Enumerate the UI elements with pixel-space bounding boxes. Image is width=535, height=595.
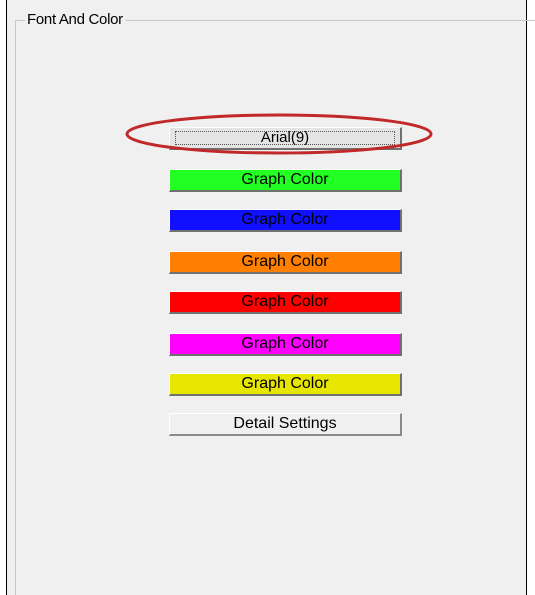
detail-settings-label: Detail Settings bbox=[233, 415, 337, 432]
graph-color-label: Graph Color bbox=[241, 375, 329, 392]
graph-color-button-5[interactable]: Graph Color bbox=[169, 333, 402, 356]
graph-color-label: Graph Color bbox=[241, 211, 329, 228]
graph-color-button-2[interactable]: Graph Color bbox=[169, 209, 402, 232]
font-select-button[interactable]: Arial(9) bbox=[169, 127, 402, 150]
graph-color-button-1[interactable]: Graph Color bbox=[169, 169, 402, 192]
settings-panel: Font And Color Arial(9) Graph Color Grap… bbox=[6, 0, 535, 595]
graph-color-label: Graph Color bbox=[241, 253, 329, 270]
graph-color-button-4[interactable]: Graph Color bbox=[169, 291, 402, 314]
font-button-label: Arial(9) bbox=[260, 129, 310, 146]
graph-color-label: Graph Color bbox=[241, 293, 329, 310]
graph-color-button-3[interactable]: Graph Color bbox=[169, 251, 402, 274]
graph-color-label: Graph Color bbox=[241, 171, 329, 188]
groupbox-title: Font And Color bbox=[25, 10, 126, 30]
detail-settings-button[interactable]: Detail Settings bbox=[169, 413, 402, 436]
graph-color-button-6[interactable]: Graph Color bbox=[169, 373, 402, 396]
graph-color-label: Graph Color bbox=[241, 335, 329, 352]
